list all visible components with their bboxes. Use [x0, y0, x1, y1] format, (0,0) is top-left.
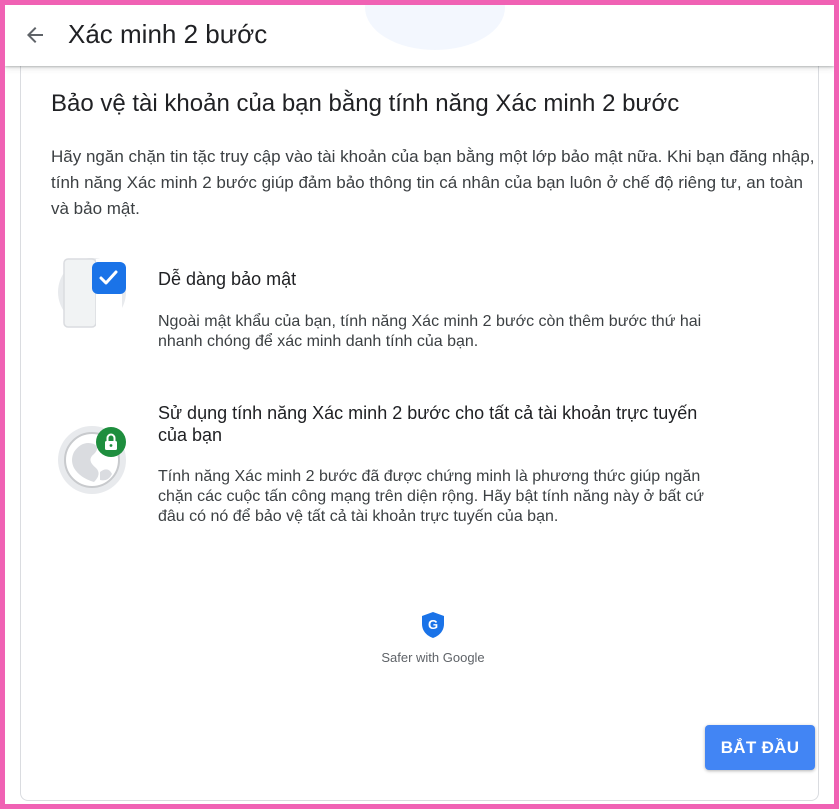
- feature-description: Tính năng Xác minh 2 bước đã được chứng …: [158, 468, 704, 525]
- app-header: Xác minh 2 bước: [5, 0, 834, 66]
- shield-letter: G: [428, 617, 438, 632]
- feature-description: Ngoài mật khẩu của bạn, tính năng Xác mi…: [158, 313, 702, 350]
- intro-text: Hãy ngăn chặn tin tặc truy cập vào tài k…: [51, 147, 815, 218]
- safer-with-google: G Safer with Google: [375, 611, 491, 665]
- header-decoration: [365, 0, 505, 50]
- arrow-left-icon: [27, 27, 43, 43]
- phone-checkmark-icon: [56, 254, 128, 350]
- safer-label: Safer with Google: [381, 650, 485, 665]
- back-button[interactable]: [17, 17, 53, 53]
- main-title: Bảo vệ tài khoản của bạn bằng tính năng …: [51, 90, 680, 117]
- feature-title: Sử dụng tính năng Xác minh 2 bước cho tấ…: [158, 403, 698, 445]
- globe-lock-icon: [56, 422, 128, 518]
- page-title: Xác minh 2 bước: [68, 19, 268, 49]
- google-shield-icon: G: [422, 612, 444, 638]
- feature-title: Dễ dàng bảo mật: [158, 269, 297, 289]
- start-button[interactable]: BẮT ĐẦU: [705, 725, 815, 770]
